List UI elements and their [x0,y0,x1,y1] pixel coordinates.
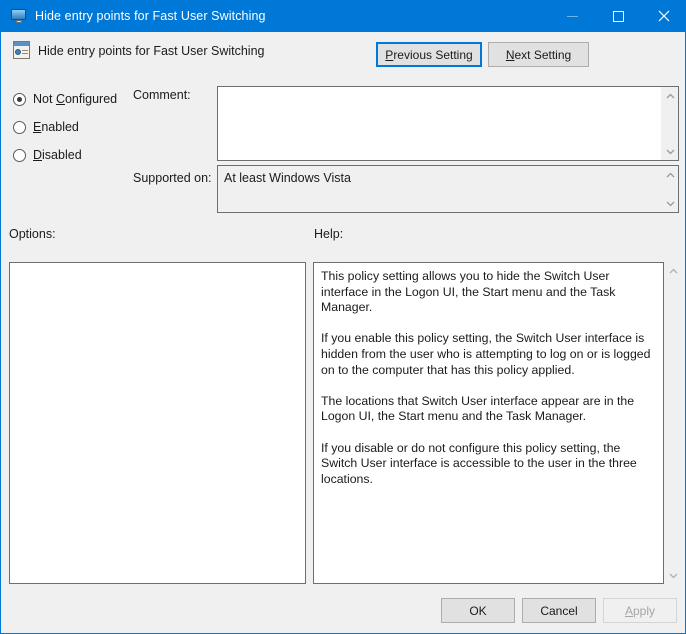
radio-not-configured[interactable]: Not Configured [13,92,117,106]
supported-on-scrollbar[interactable] [661,166,678,212]
window-controls [549,0,685,32]
scroll-down-icon[interactable] [662,143,679,160]
apply-button: Apply [603,598,677,623]
comment-label: Comment: [133,88,191,102]
help-paragraph: If you enable this policy setting, the S… [321,331,651,377]
ok-button[interactable]: OK [441,598,515,623]
title-bar: Hide entry points for Fast User Switchin… [1,0,685,32]
scroll-up-icon[interactable] [662,87,679,104]
previous-setting-button[interactable]: Previous Setting [376,42,482,67]
radio-indicator [13,148,26,162]
radio-enabled[interactable]: Enabled [13,120,79,134]
supported-on-input[interactable]: At least Windows Vista [217,165,679,213]
comment-input[interactable] [217,86,679,161]
options-label: Options: [9,227,56,241]
help-scrollbar[interactable] [665,262,682,584]
maximize-icon[interactable] [595,0,641,32]
setting-name: Hide entry points for Fast User Switchin… [38,44,265,58]
radio-label: Enabled [33,120,79,134]
minimize-icon[interactable] [549,0,595,32]
help-paragraph: This policy setting allows you to hide t… [321,269,616,315]
radio-label: Not Configured [33,92,118,106]
comment-scrollbar[interactable] [661,87,678,160]
radio-indicator [13,92,26,106]
policy-setting-dialog: Hide entry points for Fast User Switchin… [0,0,686,634]
scroll-down-icon[interactable] [662,195,679,212]
header-bar: Hide entry points for Fast User Switchin… [2,32,685,78]
scroll-up-icon[interactable] [665,262,682,279]
radio-disabled[interactable]: Disabled [13,148,82,162]
help-paragraph: If you disable or do not configure this … [321,440,637,486]
scroll-down-icon[interactable] [665,567,682,584]
comment-value [218,87,678,95]
monitor-icon [11,8,27,24]
close-icon[interactable] [641,0,685,32]
policy-setting-icon [13,41,30,59]
supported-on-value: At least Windows Vista [224,171,351,185]
help-text: This policy setting allows you to hide t… [314,263,663,493]
help-label: Help: [314,227,344,241]
radio-label: Disabled [33,148,82,162]
help-paragraph: The locations that Switch User interface… [321,393,635,424]
help-pane: This policy setting allows you to hide t… [313,262,664,584]
scroll-up-icon[interactable] [662,166,679,183]
options-pane[interactable] [9,262,306,584]
window-title: Hide entry points for Fast User Switchin… [35,9,266,23]
radio-indicator [13,120,26,134]
cancel-button[interactable]: Cancel [522,598,596,623]
supported-on-label: Supported on: [133,171,212,185]
next-setting-button[interactable]: Next Setting [488,42,589,67]
